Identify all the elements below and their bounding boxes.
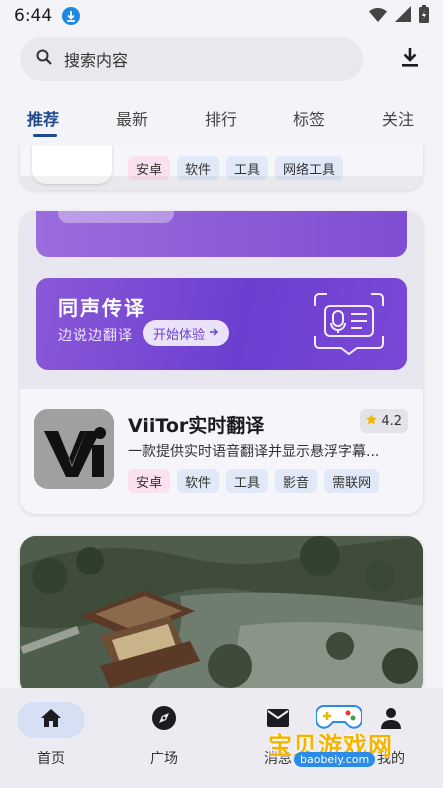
tab-latest[interactable]: 最新 bbox=[116, 106, 148, 130]
app-card[interactable]: 同声传译 边说边翻译 开始体验 ViiTor实时翻译 4.2 一款提供实时语音翻… bbox=[20, 211, 423, 514]
rating-badge: 4.2 bbox=[360, 409, 408, 433]
download-button[interactable] bbox=[390, 39, 430, 79]
nav-square-pill bbox=[130, 702, 198, 738]
start-experience-button[interactable]: 开始体验 bbox=[143, 320, 230, 346]
search-row: 搜索内容 bbox=[20, 37, 430, 81]
category-tabs: 推荐 最新 排行 标签 关注 bbox=[0, 100, 443, 140]
tag[interactable]: 安卓 bbox=[128, 469, 171, 493]
tab-tags[interactable]: 标签 bbox=[293, 106, 325, 130]
compass-icon bbox=[151, 705, 177, 735]
app-title[interactable]: ViiTor实时翻译 bbox=[128, 411, 264, 438]
watermark-logo: 宝贝游戏网 baobeiy.com bbox=[258, 700, 408, 770]
home-icon bbox=[40, 708, 62, 732]
status-bar: 6:44 bbox=[0, 0, 443, 32]
nav-home-pill bbox=[17, 702, 85, 738]
banner-top bbox=[36, 211, 407, 257]
status-time: 6:44 bbox=[14, 6, 53, 26]
subtitle-speech-icon bbox=[311, 292, 387, 360]
app-icon[interactable] bbox=[34, 409, 114, 489]
tag[interactable]: 工具 bbox=[226, 469, 269, 493]
download-icon bbox=[401, 47, 419, 71]
arrow-right-icon bbox=[209, 326, 219, 341]
tag[interactable]: 影音 bbox=[275, 469, 318, 493]
faded-strip bbox=[20, 176, 423, 190]
app-feed[interactable]: 安卓 软件 工具 网络工具 同声传译 边说边翻译 开始体验 ViiTor实时翻译… bbox=[0, 146, 443, 688]
tab-ranking[interactable]: 排行 bbox=[205, 106, 237, 130]
rating-value: 4.2 bbox=[381, 413, 402, 429]
cover-image[interactable] bbox=[20, 536, 423, 688]
wifi-icon bbox=[369, 7, 387, 26]
tag[interactable]: 软件 bbox=[177, 469, 220, 493]
download-notification-icon bbox=[62, 7, 81, 25]
search-placeholder: 搜索内容 bbox=[64, 51, 129, 70]
banner-subtitle: 边说边翻译 bbox=[58, 328, 133, 344]
nav-home[interactable]: 首页 bbox=[6, 702, 96, 772]
nav-square-label: 广场 bbox=[150, 751, 178, 767]
battery-icon bbox=[419, 5, 429, 27]
banner-top-pill bbox=[58, 211, 174, 223]
nav-home-label: 首页 bbox=[37, 751, 65, 767]
app-card[interactable] bbox=[20, 536, 423, 688]
app-card[interactable]: 安卓 软件 工具 网络工具 bbox=[20, 146, 423, 190]
app-tags: 安卓 软件 工具 影音 需联网 bbox=[128, 469, 380, 493]
watermark-url: baobeiy.com bbox=[294, 752, 376, 767]
tab-recommend[interactable]: 推荐 bbox=[27, 106, 59, 130]
banner-title: 同声传译 bbox=[58, 296, 146, 320]
banner-button-label: 开始体验 bbox=[153, 327, 206, 343]
tab-indicator bbox=[33, 134, 57, 137]
star-icon bbox=[366, 413, 378, 429]
app-description: 一款提供实时语音翻译并显示悬浮字幕... bbox=[128, 444, 380, 460]
search-icon bbox=[36, 49, 52, 69]
banner-main[interactable]: 同声传译 边说边翻译 开始体验 bbox=[36, 278, 407, 370]
signal-icon bbox=[395, 6, 411, 26]
promo-banner[interactable]: 同声传译 边说边翻译 开始体验 bbox=[20, 211, 423, 389]
nav-square[interactable]: 广场 bbox=[119, 702, 209, 772]
search-input[interactable]: 搜索内容 bbox=[20, 37, 363, 81]
tag[interactable]: 需联网 bbox=[324, 469, 380, 493]
tab-follow[interactable]: 关注 bbox=[382, 106, 414, 130]
